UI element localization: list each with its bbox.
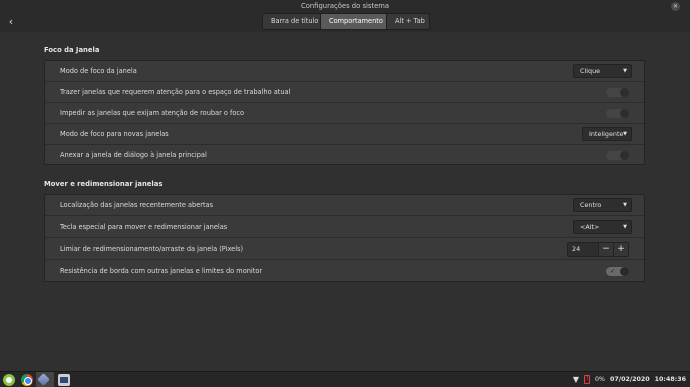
section-title-foco: Foco da Janela [44,46,100,54]
row-label: Trazer janelas que requerem atenção para… [60,88,291,96]
row-label: Resistência de borda com outras janelas … [60,267,263,275]
dropdown-arrow-icon: ▼ [623,68,627,74]
row-trazer-janelas: Trazer janelas que requerem atenção para… [45,82,644,103]
panel-foco-da-janela: Modo de foco da janela Clique ▼ Trazer j… [44,60,645,165]
dropdown-value: Clique [580,67,601,75]
check-icon: ✓ [610,268,616,275]
row-localizacao-janelas: Localização das janelas recentemente abe… [45,195,644,216]
drag-threshold-spinner[interactable]: 24 − + [567,242,629,257]
new-window-focus-dropdown[interactable]: Inteligente ▼ [582,127,632,141]
decrement-button[interactable]: − [598,243,613,256]
tab-barra-de-titulo[interactable]: Barra de título [263,14,321,29]
clock-time[interactable]: 10:48:36 [655,376,686,383]
modifier-key-dropdown[interactable]: <Alt> ▼ [573,220,632,234]
dropdown-value: <Alt> [580,223,600,231]
focus-mode-dropdown[interactable]: Clique ▼ [573,64,632,78]
close-icon[interactable]: ✕ [671,2,680,11]
network-icon[interactable]: ▼ [573,375,579,384]
row-label: Localização das janelas recentemente abe… [60,201,214,209]
row-label: Anexar a janela de diálogo à janela prin… [60,151,207,159]
row-label: Modo de foco da janela [60,67,137,75]
section-title-mover: Mover e redimensionar janelas [44,180,163,188]
toggle-knob [620,88,629,97]
tab-alt-tab[interactable]: Alt + Tab [387,14,429,29]
dropdown-arrow-icon: ▼ [623,131,627,137]
terminal-icon[interactable] [58,374,70,386]
toggle-knob [620,109,629,118]
edge-resistance-toggle[interactable]: ✓ [606,267,629,276]
toggle-knob [620,267,629,276]
menu-icon[interactable] [3,374,15,386]
row-impedir-janelas: Impedir as janelas que exijam atenção de… [45,103,644,124]
back-icon[interactable]: ‹ [4,14,18,30]
tab-bar: Barra de título Comportamento Alt + Tab [262,13,430,30]
clock-date[interactable]: 07/02/2020 [610,376,650,383]
tab-comportamento[interactable]: Comportamento [321,14,387,29]
row-label: Limiar de redimensionamento/arraste da j… [60,245,244,253]
row-label: Modo de foco para novas janelas [60,130,169,138]
window-placement-dropdown[interactable]: Centro ▼ [573,198,632,212]
taskbar: ▼ 0% 07/02/2020 10:48:36 [0,371,690,387]
row-label: Impedir as janelas que exijam atenção de… [60,109,245,117]
system-tray: ▼ 0% 07/02/2020 10:48:36 [573,372,686,387]
battery-icon[interactable] [584,374,591,384]
chrome-icon[interactable] [21,374,33,386]
attention-workspace-toggle[interactable] [606,88,629,97]
dropdown-arrow-icon: ▼ [623,202,627,208]
dropdown-arrow-icon: ▼ [623,224,627,230]
dropdown-value: Centro [580,201,602,209]
toggle-knob [620,151,629,160]
row-foco-novas-janelas: Modo de foco para novas janelas Intelige… [45,124,644,145]
row-resistencia-borda: Resistência de borda com outras janelas … [45,261,644,282]
increment-button[interactable]: + [613,243,628,256]
header-bar: Configurações do sistema ✕ ‹ Barra de tí… [0,0,690,32]
row-modo-de-foco: Modo de foco da janela Clique ▼ [45,61,644,82]
attach-dialog-toggle[interactable] [606,151,629,160]
window-title: Configurações do sistema [300,2,390,10]
prevent-focus-steal-toggle[interactable] [606,109,629,118]
row-tecla-especial: Tecla especial para mover e redimensiona… [45,217,644,238]
row-label: Tecla especial para mover e redimensiona… [60,223,228,231]
dropdown-value: Inteligente [589,130,624,138]
battery-percent: 0% [595,376,606,383]
spinner-value[interactable]: 24 [568,243,598,256]
row-anexar-dialogo: Anexar a janela de diálogo à janela prin… [45,145,644,166]
panel-mover-redimensionar: Localização das janelas recentemente abe… [44,194,645,282]
row-limiar-redimensionamento: Limiar de redimensionamento/arraste da j… [45,239,644,260]
